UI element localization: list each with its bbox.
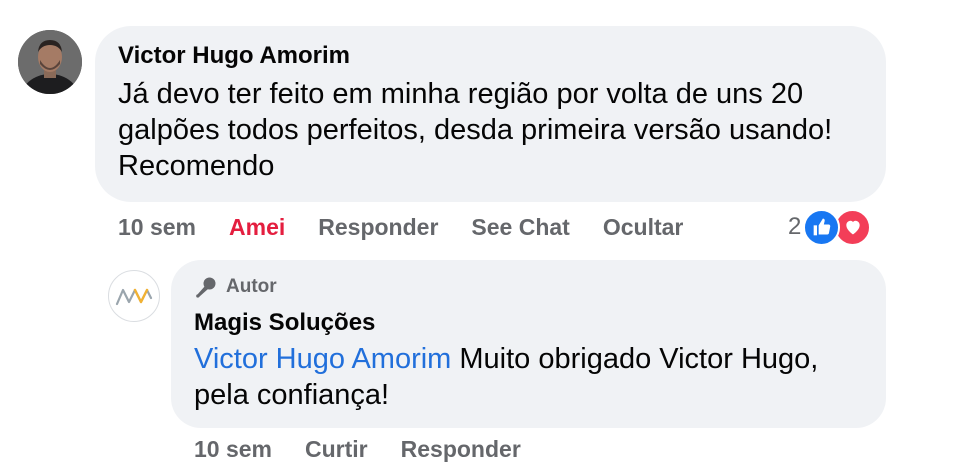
reply-reply-button[interactable]: Responder (401, 436, 521, 463)
like-button[interactable]: Curtir (305, 436, 368, 463)
reply-author[interactable]: Magis Soluções (194, 307, 375, 339)
user-photo (18, 30, 82, 94)
react-button[interactable]: Amei (229, 214, 285, 241)
comment-text: Já devo ter feito em minha região por vo… (118, 78, 833, 182)
page-avatar[interactable] (108, 270, 160, 322)
reply-actions: 10 sem Curtir Responder (194, 433, 554, 465)
magis-logo-icon (115, 288, 153, 306)
author-badge-label: Autor (226, 276, 277, 297)
mention-link[interactable]: Victor Hugo Amorim (194, 343, 451, 375)
avatar[interactable] (18, 30, 82, 94)
reply-timestamp[interactable]: 10 sem (194, 436, 272, 463)
microphone-icon (196, 277, 216, 298)
reply-button[interactable]: Responder (318, 214, 438, 241)
hide-button[interactable]: Ocultar (603, 214, 684, 241)
reaction-count: 2 (788, 213, 802, 240)
like-icon (803, 208, 841, 246)
reply-text: Victor Hugo Amorim Muito obrigado Victor… (194, 341, 854, 413)
author-badge: Autor (194, 273, 277, 301)
comment-actions: 10 sem Amei Responder See Chat Ocultar (118, 211, 716, 243)
see-chat-button[interactable]: See Chat (471, 214, 569, 241)
comment-thread: Victor Hugo Amorim Já devo ter feito em … (0, 0, 960, 472)
comment-author[interactable]: Victor Hugo Amorim (118, 40, 350, 72)
comment-timestamp[interactable]: 10 sem (118, 214, 196, 241)
reaction-summary[interactable]: 2 (788, 208, 872, 246)
